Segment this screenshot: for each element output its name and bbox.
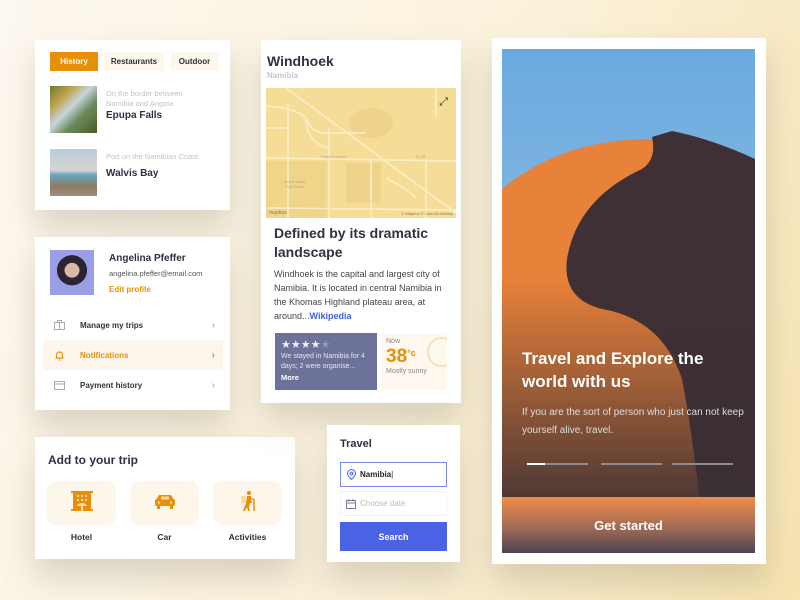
menu-item-manage-trips[interactable]: Manage my trips › — [43, 310, 223, 340]
history-card: History Restaurants Outdoor On the borde… — [35, 40, 230, 210]
city-description: Windhoek is the capital and largest city… — [274, 267, 454, 323]
place-thumbnail — [50, 86, 97, 133]
svg-text:Frank Sinatra Dr: Frank Sinatra Dr — [321, 155, 348, 159]
dune-illustration — [502, 49, 755, 522]
menu-item-label: Payment history — [80, 380, 143, 390]
credit-card-icon — [46, 380, 72, 390]
add-trip-title: Add to your trip — [48, 453, 138, 467]
car-option-button[interactable] — [130, 481, 199, 525]
weather-widget: Now 38°c Mostly sunny — [382, 333, 447, 390]
description-text: Windhoek is the capital and largest city… — [274, 269, 442, 321]
menu-item-payment-history[interactable]: Payment history › — [43, 370, 223, 400]
city-headline: Defined by its dramatic landscape — [274, 225, 429, 260]
review-text: We stayed in Namibia for 4 days; 2 were … — [281, 353, 365, 370]
profile-card: Angelina Pfeffer angelina.pfeffer@email.… — [35, 237, 230, 410]
calendar-icon — [342, 498, 360, 509]
map-view[interactable]: Frank Sinatra Dr Rd 38 Desert Willow Gol… — [266, 88, 456, 218]
avatar — [50, 250, 94, 295]
travel-search-card: Travel Namibia | Choose date Search — [327, 425, 460, 562]
menu-item-label: Notifications — [80, 350, 129, 360]
map-roads: Frank Sinatra Dr Rd 38 Desert Willow Gol… — [266, 88, 456, 218]
list-item[interactable]: Port on the Namibian Coast Walvis Bay — [50, 149, 198, 196]
more-link[interactable]: More — [281, 373, 371, 382]
briefcase-icon — [46, 320, 72, 330]
hiker-icon — [239, 490, 257, 517]
edit-profile-link[interactable]: Edit profile — [109, 285, 151, 294]
activities-option-button[interactable] — [213, 481, 282, 525]
place-thumbnail — [50, 149, 97, 196]
get-started-button[interactable]: Get started — [502, 497, 755, 553]
bell-icon — [46, 350, 72, 361]
date-input[interactable]: Choose date — [340, 491, 447, 516]
chevron-right-icon: › — [211, 349, 215, 361]
place-name: Epupa Falls — [106, 110, 163, 121]
star-filled-icon: ★ — [290, 339, 301, 351]
svg-text:Rd 38: Rd 38 — [416, 155, 425, 159]
hero-image: Travel and Explore the world with us If … — [502, 49, 755, 522]
mapbox-logo: mapbox — [269, 210, 287, 216]
page-indicator-bar[interactable] — [672, 463, 733, 465]
temperature-unit: °c — [407, 348, 416, 358]
place-subtitle: Port on the Namibian Coast — [106, 152, 199, 161]
svg-text:Desert Willow: Desert Willow — [284, 180, 306, 184]
travel-title: Travel — [340, 438, 372, 450]
place-name: Walvis Bay — [106, 167, 159, 179]
page-indicator — [527, 463, 733, 465]
hotel-icon — [70, 490, 93, 517]
star-rating: ★★★★★ — [281, 338, 371, 351]
chevron-right-icon: › — [211, 319, 215, 331]
profile-name: Angelina Pfeffer — [109, 253, 186, 264]
location-pin-icon — [342, 469, 360, 480]
search-button[interactable]: Search — [340, 522, 447, 551]
list-item[interactable]: On the border between Namibia and Angola… — [50, 86, 183, 133]
weather-condition: Mostly sunny — [386, 368, 427, 375]
activities-label: Activities — [228, 532, 267, 542]
date-placeholder: Choose date — [360, 499, 406, 508]
tab-outdoor[interactable]: Outdoor — [170, 52, 219, 71]
destination-value: Namibia — [360, 470, 392, 479]
category-tabs: History Restaurants Outdoor — [50, 52, 219, 71]
star-filled-icon: ★ — [300, 339, 311, 351]
star-empty-icon: ★ — [320, 339, 331, 351]
page-indicator-bar[interactable] — [601, 463, 662, 465]
expand-icon[interactable]: ⤢ — [439, 96, 448, 109]
chevron-right-icon: › — [211, 379, 215, 391]
city-country: Namibia — [267, 71, 299, 80]
svg-text:Golf Resort: Golf Resort — [286, 185, 304, 189]
city-card: Windhoek Namibia Frank Sinatra Dr Rd 38 … — [261, 40, 461, 403]
place-subtitle: On the border between — [106, 89, 183, 98]
text-cursor: | — [391, 470, 394, 479]
add-to-trip-card: Add to your trip Hotel Car Activities — [35, 437, 295, 559]
star-filled-icon: ★ — [281, 339, 291, 351]
profile-email: angelina.pfeffer@email.com — [109, 269, 203, 278]
car-icon — [154, 493, 176, 514]
place-subtitle: Namibia and Angola — [106, 98, 174, 108]
wikipedia-link[interactable]: Wikipedia — [310, 311, 352, 321]
onboarding-title: Travel and Explore the world with us — [522, 349, 704, 391]
menu-item-notifications[interactable]: Notifications › — [43, 340, 223, 370]
onboarding-card: Travel and Explore the world with us If … — [492, 38, 766, 564]
tab-history[interactable]: History — [50, 52, 98, 71]
menu-item-label: Manage my trips — [80, 320, 144, 330]
destination-input[interactable]: Namibia | — [340, 462, 447, 487]
star-filled-icon: ★ — [310, 339, 321, 351]
tab-restaurants[interactable]: Restaurants — [104, 52, 164, 71]
hotel-option-button[interactable] — [47, 481, 116, 525]
hotel-label: Hotel — [70, 532, 93, 542]
temperature-value: 38 — [386, 346, 408, 367]
city-title: Windhoek — [267, 53, 334, 69]
onboarding-text: If you are the sort of person who just c… — [522, 407, 744, 436]
page-indicator-bar[interactable] — [527, 463, 588, 465]
map-attribution: © Mapbox © OpenStreetMap — [401, 211, 453, 216]
page-indicator-progress — [527, 463, 546, 465]
review-card[interactable]: ★★★★★ We stayed in Namibia for 4 days; 2… — [275, 333, 377, 390]
car-label: Car — [157, 532, 172, 542]
